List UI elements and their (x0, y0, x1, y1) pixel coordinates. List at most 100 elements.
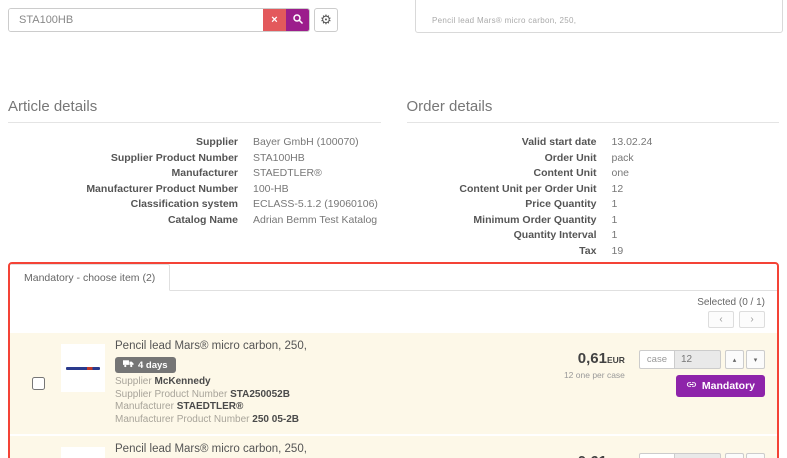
detail-value: Bayer GmbH (100070) (253, 135, 381, 151)
clear-search-button[interactable]: × (263, 9, 286, 31)
order-details-section: Order details Valid start date 13.02.24 O… (407, 98, 780, 259)
detail-value: one (612, 166, 780, 182)
mandatory-section: Mandatory - choose item (2) Selected (0 … (8, 262, 779, 458)
field-label: Manufacturer (115, 401, 174, 412)
truck-icon (123, 359, 134, 371)
mandatory-button[interactable]: Mandatory (676, 375, 765, 397)
prev-page-button[interactable]: ‹ (708, 311, 734, 328)
detail-value: 12 (612, 182, 780, 198)
truncated-product-panel: Pencil lead Mars® micro carbon, 250, (415, 0, 783, 33)
currency-label: EUR (607, 355, 625, 365)
close-icon: × (271, 14, 277, 26)
search-button[interactable] (286, 9, 309, 31)
item-field: Supplier McKennedy (115, 376, 564, 389)
detail-value: STAEDTLER® (253, 166, 381, 182)
pencil-lead-graphic (66, 367, 100, 370)
quantity-group: case ▴ ▾ (639, 453, 765, 458)
item-order-area: 0,61EUR 12 one per case case ▴ ▾ Mandato… (564, 340, 765, 397)
item-field: Manufacturer Product Number 250 05-2B (115, 414, 564, 427)
detail-label: Manufacturer (8, 166, 238, 182)
item-checkbox[interactable] (32, 377, 45, 390)
item-field: Manufacturer STAEDTLER® (115, 401, 564, 414)
detail-value: 1 (612, 197, 780, 213)
search-container: × (8, 8, 310, 32)
detail-label: Tax (407, 244, 597, 260)
article-details-title: Article details (8, 98, 381, 123)
details-grid: Article details Supplier Bayer GmbH (1000… (8, 98, 779, 259)
quantity-input[interactable] (675, 350, 721, 369)
detail-row: Tax19 (407, 244, 780, 260)
detail-row: Quantity Interval1 (407, 228, 780, 244)
item-controls: case ▴ ▾ Mandatory (639, 453, 765, 458)
quantity-increase-button[interactable]: ▴ (725, 453, 744, 458)
unit-label: case (639, 350, 675, 369)
detail-value: STA100HB (253, 151, 381, 167)
detail-row: Minimum Order Quantity 1 (407, 213, 780, 229)
delivery-time-label: 4 days (138, 360, 168, 371)
price-block: 0,61EUR 12 one per case (564, 453, 625, 458)
field-label: Supplier (115, 376, 152, 387)
field-value: STAEDTLER® (177, 401, 244, 412)
settings-button[interactable]: ⚙ (314, 8, 338, 32)
item-info: Pencil lead Mars® micro carbon, 250, 4 d… (115, 340, 564, 426)
selection-toolbar: Selected (0 / 1) ‹ › (10, 291, 777, 333)
next-page-button[interactable]: › (739, 311, 765, 328)
item-controls: case ▴ ▾ Mandatory (639, 350, 765, 397)
quantity-decrease-button[interactable]: ▾ (746, 453, 765, 458)
chevron-right-icon: › (750, 314, 753, 325)
detail-label: Valid start date (407, 135, 597, 151)
order-details-title: Order details (407, 98, 780, 123)
field-value: STA250052B (230, 389, 290, 400)
detail-label: Manufacturer Product Number (8, 182, 238, 198)
price-value: 0,61 (578, 453, 607, 458)
chevron-down-icon: ▾ (754, 357, 758, 364)
detail-row: Manufacturer Product Number 100-HB (8, 182, 381, 198)
quantity-input[interactable] (675, 453, 721, 458)
quantity-group: case ▴ ▾ (639, 350, 765, 369)
detail-row: Content Unitone (407, 166, 780, 182)
item-row: Pencil lead Mars® micro carbon, 250, 4 d… (10, 434, 777, 458)
detail-label: Minimum Order Quantity (407, 213, 597, 229)
detail-label: Order Unit (407, 151, 597, 167)
detail-value: pack (612, 151, 780, 167)
detail-row: Content Unit per Order Unit12 (407, 182, 780, 198)
item-title[interactable]: Pencil lead Mars® micro carbon, 250, (115, 443, 564, 455)
item-row: Pencil lead Mars® micro carbon, 250, 4 d… (10, 333, 777, 434)
product-image (61, 447, 105, 458)
search-input[interactable] (9, 9, 263, 31)
detail-row: Supplier Bayer GmbH (100070) (8, 135, 381, 151)
quantity-decrease-button[interactable]: ▾ (746, 350, 765, 369)
detail-value: Adrian Bemm Test Katalog (253, 213, 381, 229)
quantity-increase-button[interactable]: ▴ (725, 350, 744, 369)
item-info: Pencil lead Mars® micro carbon, 250, 4 d… (115, 443, 564, 458)
price-value: 0,61 (578, 350, 607, 367)
detail-label: Catalog Name (8, 213, 238, 229)
price-note: 12 one per case (564, 370, 625, 380)
pager: ‹ › (708, 311, 765, 328)
page: × ⚙ Pencil lead Mars® micro carbon, 250,… (0, 0, 787, 458)
detail-row: Price Quantity 1 (407, 197, 780, 213)
item-title[interactable]: Pencil lead Mars® micro carbon, 250, (115, 340, 564, 352)
link-icon (686, 379, 697, 393)
detail-row: Order Unit pack (407, 151, 780, 167)
detail-value: 1 (612, 213, 780, 229)
detail-row: Valid start date 13.02.24 (407, 135, 780, 151)
detail-row: Manufacturer STAEDTLER® (8, 166, 381, 182)
item-field: Supplier Product Number STA250052B (115, 389, 564, 402)
mandatory-button-label: Mandatory (702, 380, 755, 392)
price-block: 0,61EUR 12 one per case (564, 350, 625, 380)
detail-label: Supplier (8, 135, 238, 151)
gear-icon: ⚙ (320, 12, 332, 28)
detail-row: Supplier Product Number STA100HB (8, 151, 381, 167)
product-image (61, 344, 105, 392)
detail-label: Price Quantity (407, 197, 597, 213)
truncated-text: Pencil lead Mars® micro carbon, 250, (432, 16, 576, 25)
detail-value: 13.02.24 (612, 135, 780, 151)
detail-value: 100-HB (253, 182, 381, 198)
article-details-section: Article details Supplier Bayer GmbH (1000… (8, 98, 381, 259)
detail-value: ECLASS-5.1.2 (19060106) (253, 197, 381, 213)
chevron-left-icon: ‹ (719, 314, 722, 325)
tab-mandatory-choose-item[interactable]: Mandatory - choose item (2) (9, 264, 170, 291)
search-icon (292, 13, 304, 28)
detail-label: Supplier Product Number (8, 151, 238, 167)
